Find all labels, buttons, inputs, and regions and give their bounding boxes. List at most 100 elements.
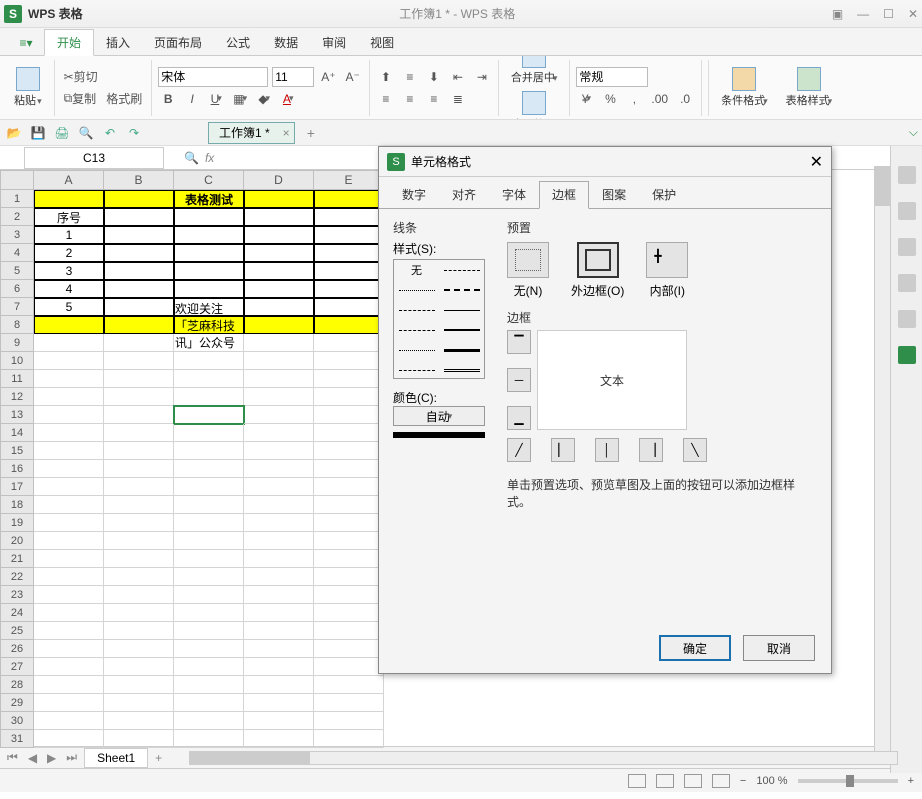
view-fullscreen-button[interactable] xyxy=(712,774,730,788)
cell[interactable] xyxy=(34,676,104,694)
dialog-tab-font[interactable]: 字体 xyxy=(489,181,539,208)
cell[interactable] xyxy=(314,568,384,586)
cell[interactable] xyxy=(314,712,384,730)
style-opt-8[interactable] xyxy=(394,340,439,360)
cell[interactable] xyxy=(174,424,244,442)
cell[interactable] xyxy=(314,658,384,676)
sidebar-backup-icon[interactable] xyxy=(898,238,916,256)
cell[interactable]: 欢迎关注「芝麻科技讯」公众号 xyxy=(174,316,244,334)
cell[interactable] xyxy=(244,586,314,604)
cell[interactable] xyxy=(244,388,314,406)
border-vmid-button[interactable]: │ xyxy=(595,438,619,462)
cell[interactable] xyxy=(314,442,384,460)
tab-review[interactable]: 审阅 xyxy=(310,30,358,55)
cell[interactable] xyxy=(104,694,174,712)
cell[interactable] xyxy=(104,280,174,298)
cell[interactable] xyxy=(104,604,174,622)
cell[interactable] xyxy=(34,640,104,658)
cell[interactable] xyxy=(104,226,174,244)
font-color-button[interactable]: A▾ xyxy=(278,89,298,109)
cell[interactable] xyxy=(314,496,384,514)
tab-start[interactable]: 开始 xyxy=(44,29,94,56)
column-header[interactable]: E xyxy=(314,170,384,190)
style-none[interactable]: 无 xyxy=(394,260,439,280)
cell[interactable] xyxy=(314,460,384,478)
cell[interactable] xyxy=(34,370,104,388)
row-header[interactable]: 13 xyxy=(0,406,34,424)
sidebar-camera-icon[interactable] xyxy=(898,346,916,364)
cell[interactable] xyxy=(244,352,314,370)
row-header[interactable]: 20 xyxy=(0,532,34,550)
add-sheet-button[interactable]: + xyxy=(152,751,165,765)
cell[interactable] xyxy=(314,244,384,262)
cell[interactable] xyxy=(104,406,174,424)
view-reading-button[interactable] xyxy=(684,774,702,788)
cell[interactable] xyxy=(244,406,314,424)
cell[interactable] xyxy=(244,496,314,514)
cell[interactable] xyxy=(244,514,314,532)
cell[interactable] xyxy=(174,352,244,370)
dialog-close-button[interactable]: ✕ xyxy=(810,152,823,172)
style-opt-6[interactable] xyxy=(394,320,439,340)
row-header[interactable]: 29 xyxy=(0,694,34,712)
row-header[interactable]: 3 xyxy=(0,226,34,244)
cell[interactable] xyxy=(244,334,314,352)
cell[interactable] xyxy=(174,442,244,460)
column-header[interactable]: C xyxy=(174,170,244,190)
name-box[interactable]: C13 xyxy=(24,147,164,169)
cell[interactable] xyxy=(174,334,244,352)
dialog-tab-border[interactable]: 边框 xyxy=(539,181,589,209)
cell[interactable] xyxy=(174,496,244,514)
cell[interactable] xyxy=(174,460,244,478)
cell[interactable] xyxy=(34,352,104,370)
maximize-button[interactable]: ☐ xyxy=(883,7,894,21)
vertical-scrollbar[interactable] xyxy=(874,166,890,751)
cell[interactable] xyxy=(34,622,104,640)
table-style-button[interactable]: 表格样式▾ xyxy=(780,65,839,110)
cell[interactable] xyxy=(34,460,104,478)
sheet-tab[interactable]: Sheet1 xyxy=(84,748,148,768)
cell[interactable] xyxy=(314,388,384,406)
cell[interactable]: 5 xyxy=(34,298,104,316)
add-document-tab-button[interactable]: + xyxy=(307,125,315,141)
undo-icon[interactable]: ↶ xyxy=(100,123,120,143)
border-bottom-button[interactable]: ▁ xyxy=(507,406,531,430)
row-header[interactable]: 1 xyxy=(0,190,34,208)
cell[interactable] xyxy=(104,262,174,280)
zoom-slider[interactable] xyxy=(798,779,898,783)
cell[interactable] xyxy=(244,280,314,298)
row-header[interactable]: 11 xyxy=(0,370,34,388)
row-header[interactable]: 10 xyxy=(0,352,34,370)
cell[interactable] xyxy=(314,730,384,748)
cell[interactable] xyxy=(104,730,174,748)
bold-button[interactable]: B xyxy=(158,89,178,109)
font-select[interactable] xyxy=(158,67,268,87)
cell[interactable] xyxy=(174,532,244,550)
cell[interactable]: 表格测试 xyxy=(174,190,244,208)
row-header[interactable]: 24 xyxy=(0,604,34,622)
cell[interactable] xyxy=(314,406,384,424)
cell[interactable] xyxy=(34,730,104,748)
dialog-tab-protect[interactable]: 保护 xyxy=(639,181,689,208)
align-middle-button[interactable]: ≡ xyxy=(400,67,420,87)
cell[interactable] xyxy=(174,226,244,244)
paste-button[interactable]: 粘贴 ▾ xyxy=(8,65,48,110)
style-opt-1[interactable] xyxy=(439,260,484,280)
dialog-tab-pattern[interactable]: 图案 xyxy=(589,181,639,208)
cell[interactable] xyxy=(314,352,384,370)
cell[interactable] xyxy=(174,280,244,298)
cell[interactable] xyxy=(34,496,104,514)
cell[interactable] xyxy=(34,514,104,532)
conditional-format-button[interactable]: 条件格式▾ xyxy=(715,65,774,110)
cell[interactable] xyxy=(104,334,174,352)
cell[interactable] xyxy=(314,226,384,244)
cell[interactable] xyxy=(314,424,384,442)
font-decrease-button[interactable]: A⁻ xyxy=(343,67,363,87)
select-all-corner[interactable] xyxy=(0,170,34,190)
row-header[interactable]: 2 xyxy=(0,208,34,226)
cell[interactable] xyxy=(174,244,244,262)
cell[interactable] xyxy=(104,424,174,442)
hscroll-thumb[interactable] xyxy=(190,752,310,764)
border-top-button[interactable]: ▔ xyxy=(507,330,531,354)
cell[interactable] xyxy=(34,406,104,424)
